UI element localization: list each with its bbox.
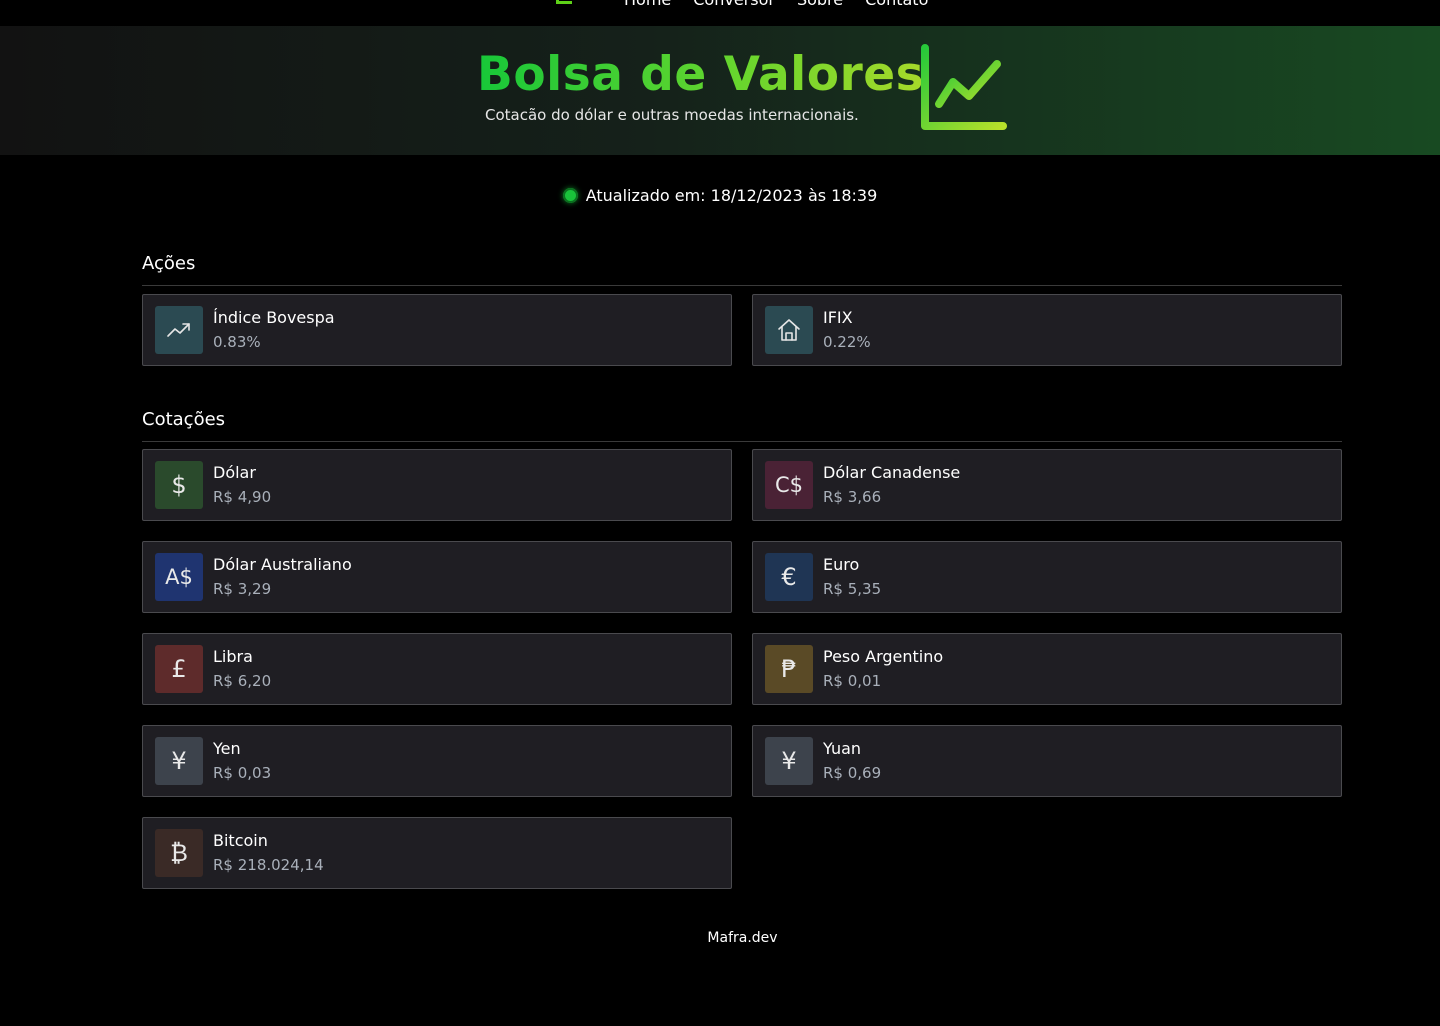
- yen-icon: ¥: [155, 737, 203, 785]
- divider: [142, 441, 1342, 442]
- dollar-icon: $: [155, 461, 203, 509]
- card-value: R$ 4,90: [213, 488, 272, 506]
- card-name: Dólar Australiano: [213, 555, 352, 574]
- update-timestamp: Atualizado em: 18/12/2023 às 18:39: [585, 186, 878, 205]
- page-subtitle: Cotacão do dólar e outras moedas interna…: [485, 106, 859, 124]
- trending-up-icon: [155, 306, 203, 354]
- nav-link-contato[interactable]: Contato: [865, 0, 928, 9]
- card-peso-argentino[interactable]: ₱ Peso Argentino R$ 0,01: [752, 633, 1342, 705]
- card-ifix[interactable]: IFIX 0.22%: [752, 294, 1342, 366]
- card-dolar-canadense[interactable]: C$ Dólar Canadense R$ 3,66: [752, 449, 1342, 521]
- section-title-acoes: Ações: [142, 253, 196, 274]
- card-libra[interactable]: £ Libra R$ 6,20: [142, 633, 732, 705]
- peso-icon: ₱: [765, 645, 813, 693]
- card-name: Yen: [213, 739, 241, 758]
- card-indice-bovespa[interactable]: Índice Bovespa 0.83%: [142, 294, 732, 366]
- card-bitcoin[interactable]: ₿ Bitcoin R$ 218.024,14: [142, 817, 732, 889]
- card-yuan[interactable]: ¥ Yuan R$ 0,69: [752, 725, 1342, 797]
- card-value: 0.22%: [823, 333, 871, 351]
- card-value: R$ 218.024,14: [213, 856, 324, 874]
- card-name: Yuan: [823, 739, 862, 758]
- card-dolar-australiano[interactable]: A$ Dólar Australiano R$ 3,29: [142, 541, 732, 613]
- card-name: Dólar Canadense: [823, 463, 961, 482]
- card-name: Bitcoin: [213, 831, 268, 850]
- hero-banner: Bolsa de Valores Cotacão do dólar e outr…: [0, 26, 1440, 155]
- yuan-icon: ¥: [765, 737, 813, 785]
- card-value: R$ 3,29: [213, 580, 272, 598]
- status-indicator-icon: [562, 188, 578, 203]
- chart-line-icon: [921, 44, 1007, 130]
- nav-link-sobre[interactable]: Sobre: [797, 0, 843, 9]
- australian-dollar-icon: A$: [155, 553, 203, 601]
- logo-icon[interactable]: [556, 0, 572, 4]
- nav-links: Home Conversor Sobre Contato: [624, 0, 928, 9]
- card-value: R$ 6,20: [213, 672, 272, 690]
- card-value: R$ 5,35: [823, 580, 882, 598]
- bitcoin-icon: ₿: [155, 829, 203, 877]
- card-value: 0.83%: [213, 333, 261, 351]
- nav-link-home[interactable]: Home: [624, 0, 671, 9]
- euro-icon: €: [765, 553, 813, 601]
- nav-link-conversor[interactable]: Conversor: [693, 0, 775, 9]
- divider: [142, 285, 1342, 286]
- card-value: R$ 0,69: [823, 764, 882, 782]
- card-value: R$ 0,01: [823, 672, 882, 690]
- canadian-dollar-icon: C$: [765, 461, 813, 509]
- update-status: Atualizado em: 18/12/2023 às 18:39: [0, 186, 1440, 205]
- card-name: Dólar: [213, 463, 256, 482]
- card-dolar[interactable]: $ Dólar R$ 4,90: [142, 449, 732, 521]
- page-title: Bolsa de Valores: [477, 47, 925, 102]
- card-name: Euro: [823, 555, 860, 574]
- card-value: R$ 0,03: [213, 764, 272, 782]
- footer-credit-link[interactable]: Mafra.dev: [707, 930, 777, 946]
- card-name: Índice Bovespa: [213, 308, 335, 327]
- card-name: Peso Argentino: [823, 647, 944, 666]
- card-name: IFIX: [823, 308, 853, 327]
- card-value: R$ 3,66: [823, 488, 882, 506]
- pound-icon: £: [155, 645, 203, 693]
- card-name: Libra: [213, 647, 253, 666]
- card-yen[interactable]: ¥ Yen R$ 0,03: [142, 725, 732, 797]
- footer: Mafra.dev: [0, 930, 1440, 946]
- section-title-cotacoes: Cotações: [142, 409, 226, 430]
- top-nav: Home Conversor Sobre Contato: [0, 0, 1440, 26]
- card-euro[interactable]: € Euro R$ 5,35: [752, 541, 1342, 613]
- home-icon: [765, 306, 813, 354]
